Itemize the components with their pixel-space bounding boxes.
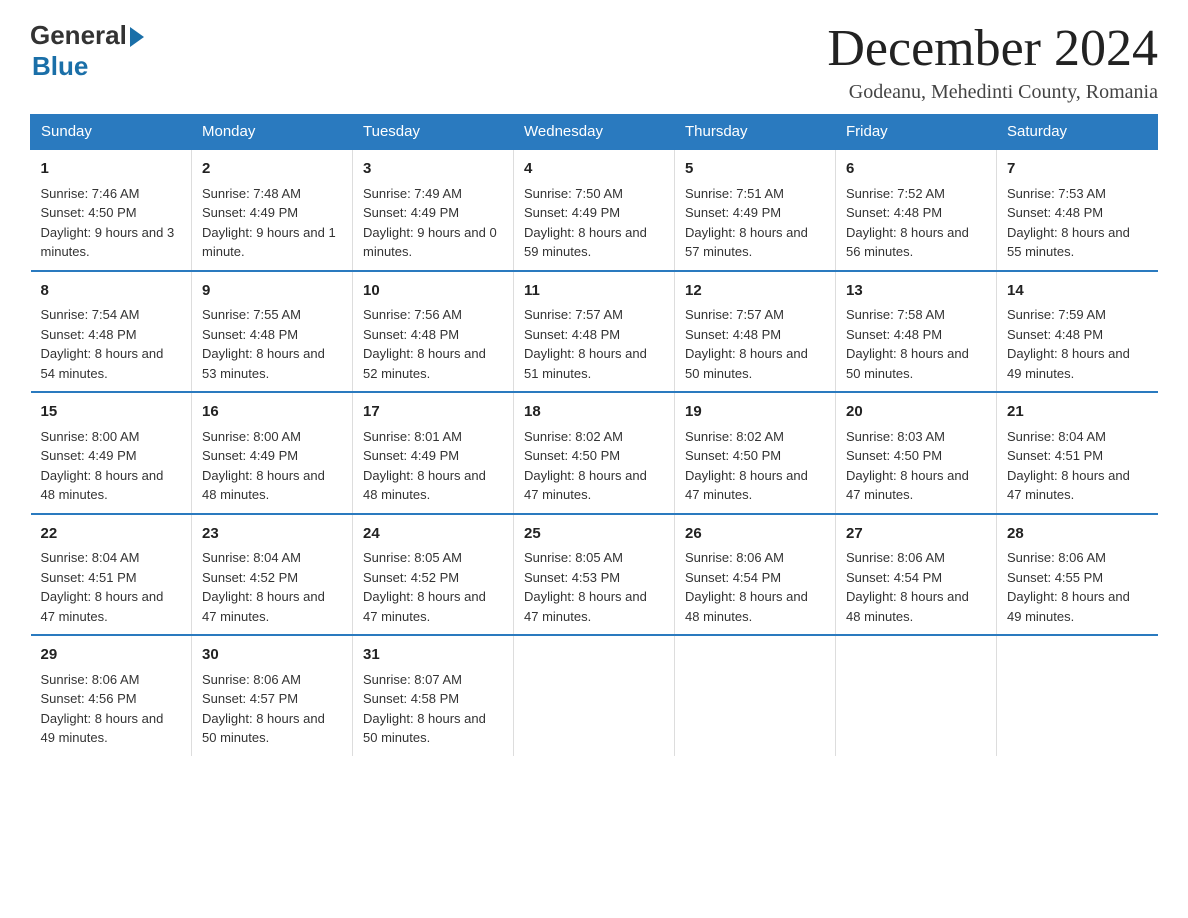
location-text: Godeanu, Mehedinti County, Romania xyxy=(827,81,1158,104)
calendar-cell: 7Sunrise: 7:53 AMSunset: 4:48 PMDaylight… xyxy=(997,149,1158,271)
calendar-cell: 28Sunrise: 8:06 AMSunset: 4:55 PMDayligh… xyxy=(997,514,1158,636)
day-number: 5 xyxy=(685,158,825,181)
day-number: 13 xyxy=(846,280,986,303)
day-number: 17 xyxy=(363,401,503,424)
day-number: 4 xyxy=(524,158,664,181)
calendar-table: SundayMondayTuesdayWednesdayThursdayFrid… xyxy=(30,114,1158,756)
calendar-week-1: 1Sunrise: 7:46 AMSunset: 4:50 PMDaylight… xyxy=(31,149,1158,271)
calendar-cell: 31Sunrise: 8:07 AMSunset: 4:58 PMDayligh… xyxy=(353,635,514,756)
day-number: 31 xyxy=(363,644,503,667)
day-number: 11 xyxy=(524,280,664,303)
calendar-cell: 23Sunrise: 8:04 AMSunset: 4:52 PMDayligh… xyxy=(192,514,353,636)
calendar-cell: 9Sunrise: 7:55 AMSunset: 4:48 PMDaylight… xyxy=(192,271,353,393)
calendar-cell: 16Sunrise: 8:00 AMSunset: 4:49 PMDayligh… xyxy=(192,392,353,514)
header-sunday: Sunday xyxy=(31,115,192,150)
day-number: 21 xyxy=(1007,401,1148,424)
header-monday: Monday xyxy=(192,115,353,150)
logo-general-text: General xyxy=(30,20,127,51)
calendar-cell xyxy=(836,635,997,756)
day-number: 30 xyxy=(202,644,342,667)
header-thursday: Thursday xyxy=(675,115,836,150)
day-number: 12 xyxy=(685,280,825,303)
day-number: 20 xyxy=(846,401,986,424)
calendar-cell: 19Sunrise: 8:02 AMSunset: 4:50 PMDayligh… xyxy=(675,392,836,514)
day-number: 18 xyxy=(524,401,664,424)
calendar-week-4: 22Sunrise: 8:04 AMSunset: 4:51 PMDayligh… xyxy=(31,514,1158,636)
calendar-header-row: SundayMondayTuesdayWednesdayThursdayFrid… xyxy=(31,115,1158,150)
title-block: December 2024 Godeanu, Mehedinti County,… xyxy=(827,20,1158,104)
day-number: 15 xyxy=(41,401,182,424)
day-number: 2 xyxy=(202,158,342,181)
day-number: 1 xyxy=(41,158,182,181)
calendar-cell: 4Sunrise: 7:50 AMSunset: 4:49 PMDaylight… xyxy=(514,149,675,271)
logo-blue-text: Blue xyxy=(32,51,88,82)
calendar-cell: 8Sunrise: 7:54 AMSunset: 4:48 PMDaylight… xyxy=(31,271,192,393)
header-saturday: Saturday xyxy=(997,115,1158,150)
calendar-cell xyxy=(514,635,675,756)
calendar-cell: 27Sunrise: 8:06 AMSunset: 4:54 PMDayligh… xyxy=(836,514,997,636)
calendar-cell: 29Sunrise: 8:06 AMSunset: 4:56 PMDayligh… xyxy=(31,635,192,756)
day-number: 16 xyxy=(202,401,342,424)
calendar-cell: 25Sunrise: 8:05 AMSunset: 4:53 PMDayligh… xyxy=(514,514,675,636)
calendar-cell xyxy=(675,635,836,756)
day-number: 10 xyxy=(363,280,503,303)
calendar-cell: 30Sunrise: 8:06 AMSunset: 4:57 PMDayligh… xyxy=(192,635,353,756)
calendar-cell: 22Sunrise: 8:04 AMSunset: 4:51 PMDayligh… xyxy=(31,514,192,636)
calendar-cell: 21Sunrise: 8:04 AMSunset: 4:51 PMDayligh… xyxy=(997,392,1158,514)
header-friday: Friday xyxy=(836,115,997,150)
logo: General Blue xyxy=(30,20,144,82)
calendar-cell: 12Sunrise: 7:57 AMSunset: 4:48 PMDayligh… xyxy=(675,271,836,393)
day-number: 6 xyxy=(846,158,986,181)
page-header: General Blue December 2024 Godeanu, Mehe… xyxy=(30,20,1158,104)
day-number: 3 xyxy=(363,158,503,181)
calendar-cell: 14Sunrise: 7:59 AMSunset: 4:48 PMDayligh… xyxy=(997,271,1158,393)
day-number: 25 xyxy=(524,523,664,546)
calendar-cell: 18Sunrise: 8:02 AMSunset: 4:50 PMDayligh… xyxy=(514,392,675,514)
calendar-cell: 13Sunrise: 7:58 AMSunset: 4:48 PMDayligh… xyxy=(836,271,997,393)
calendar-cell: 11Sunrise: 7:57 AMSunset: 4:48 PMDayligh… xyxy=(514,271,675,393)
header-wednesday: Wednesday xyxy=(514,115,675,150)
day-number: 29 xyxy=(41,644,182,667)
calendar-cell: 6Sunrise: 7:52 AMSunset: 4:48 PMDaylight… xyxy=(836,149,997,271)
day-number: 23 xyxy=(202,523,342,546)
day-number: 7 xyxy=(1007,158,1148,181)
calendar-cell: 2Sunrise: 7:48 AMSunset: 4:49 PMDaylight… xyxy=(192,149,353,271)
calendar-week-5: 29Sunrise: 8:06 AMSunset: 4:56 PMDayligh… xyxy=(31,635,1158,756)
logo-arrow-icon xyxy=(130,27,144,47)
day-number: 24 xyxy=(363,523,503,546)
calendar-cell: 24Sunrise: 8:05 AMSunset: 4:52 PMDayligh… xyxy=(353,514,514,636)
day-number: 8 xyxy=(41,280,182,303)
calendar-week-2: 8Sunrise: 7:54 AMSunset: 4:48 PMDaylight… xyxy=(31,271,1158,393)
day-number: 9 xyxy=(202,280,342,303)
month-title: December 2024 xyxy=(827,20,1158,77)
day-number: 19 xyxy=(685,401,825,424)
day-number: 22 xyxy=(41,523,182,546)
calendar-cell xyxy=(997,635,1158,756)
day-number: 28 xyxy=(1007,523,1148,546)
calendar-week-3: 15Sunrise: 8:00 AMSunset: 4:49 PMDayligh… xyxy=(31,392,1158,514)
calendar-cell: 3Sunrise: 7:49 AMSunset: 4:49 PMDaylight… xyxy=(353,149,514,271)
day-number: 27 xyxy=(846,523,986,546)
calendar-cell: 26Sunrise: 8:06 AMSunset: 4:54 PMDayligh… xyxy=(675,514,836,636)
day-number: 14 xyxy=(1007,280,1148,303)
calendar-cell: 20Sunrise: 8:03 AMSunset: 4:50 PMDayligh… xyxy=(836,392,997,514)
header-tuesday: Tuesday xyxy=(353,115,514,150)
calendar-cell: 17Sunrise: 8:01 AMSunset: 4:49 PMDayligh… xyxy=(353,392,514,514)
day-number: 26 xyxy=(685,523,825,546)
calendar-cell: 5Sunrise: 7:51 AMSunset: 4:49 PMDaylight… xyxy=(675,149,836,271)
calendar-cell: 1Sunrise: 7:46 AMSunset: 4:50 PMDaylight… xyxy=(31,149,192,271)
calendar-cell: 15Sunrise: 8:00 AMSunset: 4:49 PMDayligh… xyxy=(31,392,192,514)
calendar-cell: 10Sunrise: 7:56 AMSunset: 4:48 PMDayligh… xyxy=(353,271,514,393)
